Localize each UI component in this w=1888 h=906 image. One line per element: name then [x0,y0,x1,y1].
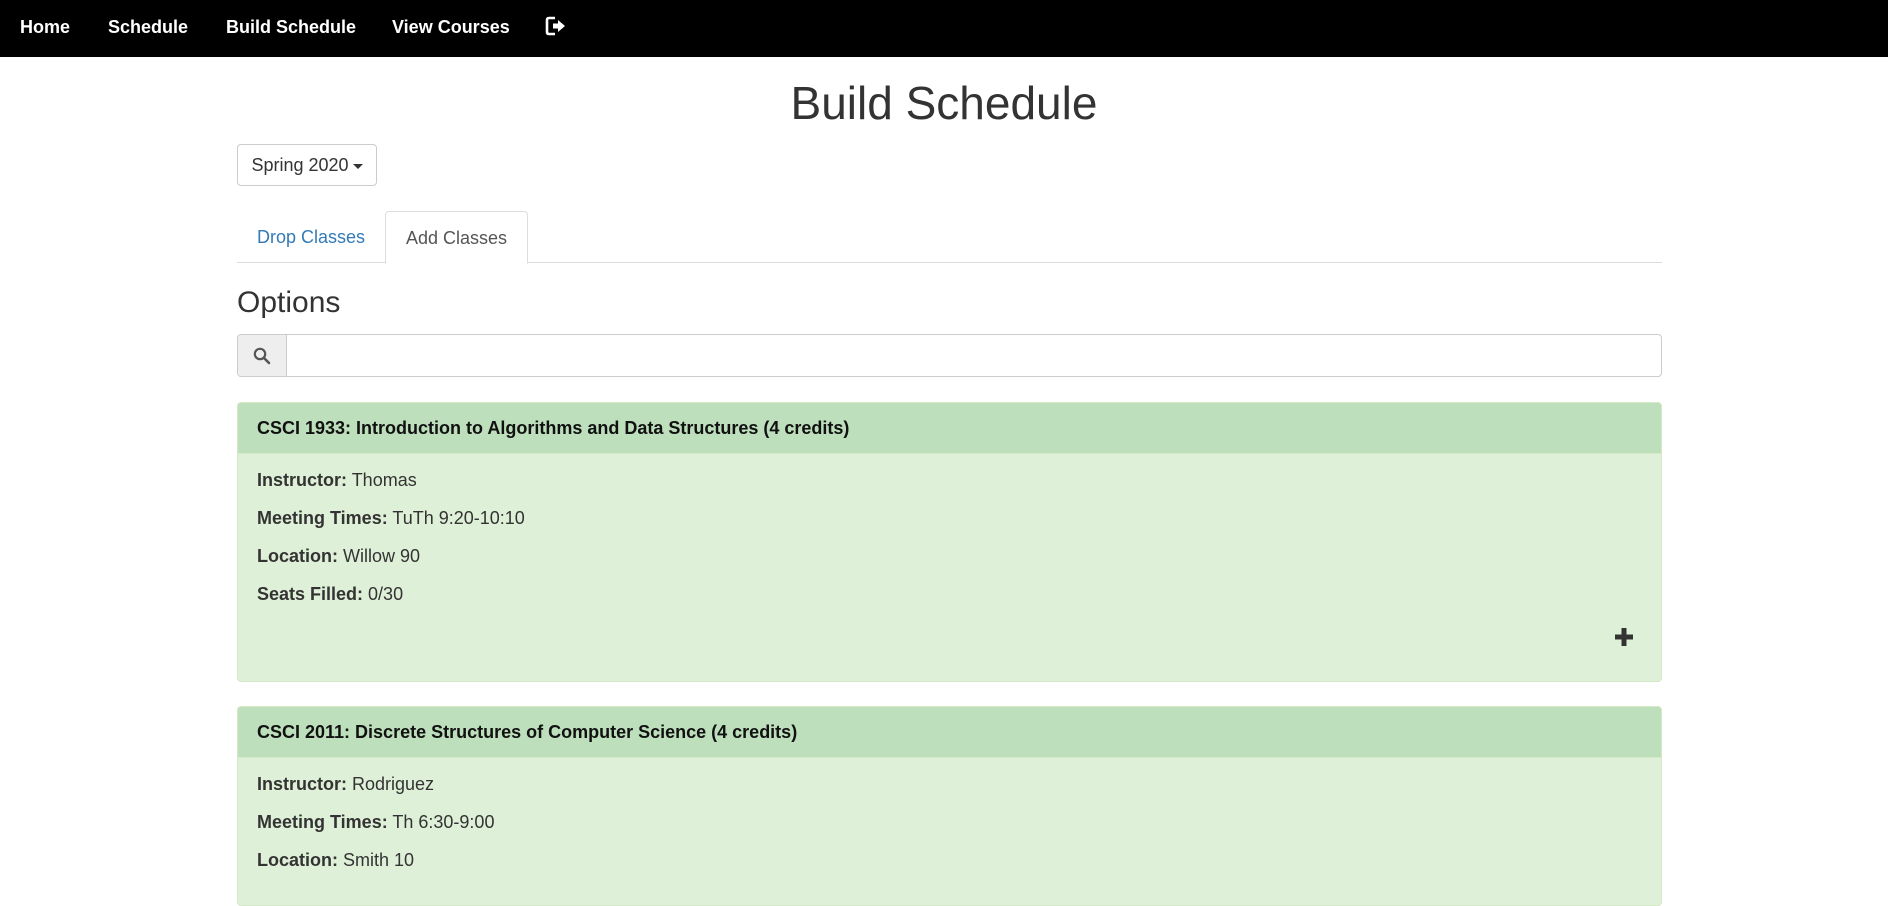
meeting-times-value: TuTh 9:20-10:10 [392,508,525,528]
course-location: Location: Smith 10 [257,849,1642,871]
meeting-times-label: Meeting Times: [257,812,388,832]
seats-filled-label: Seats Filled: [257,584,364,604]
term-dropdown[interactable]: Spring 2020 [237,144,377,186]
search-icon [253,347,271,365]
course-instructor: Instructor: Thomas [257,469,1642,491]
course-location: Location: Willow 90 [257,545,1642,567]
caret-down-icon [352,163,363,169]
plus-icon[interactable] [1615,628,1633,646]
top-navbar: Home Schedule Build Schedule View Course… [0,0,1888,57]
meeting-times-label: Meeting Times: [257,508,388,528]
location-label: Location: [257,546,338,566]
options-heading: Options [237,286,341,319]
course-details: Instructor: Rodriguez Meeting Times: Th … [238,758,1661,871]
tab-drop-classes[interactable]: Drop Classes [237,211,385,263]
course-title: CSCI 2011: Discrete Structures of Comput… [238,707,1661,758]
location-value: Smith 10 [343,850,415,870]
sign-out-icon[interactable] [545,15,567,37]
nav-build-schedule-link[interactable]: Build Schedule [226,0,356,54]
instructor-label: Instructor: [257,774,347,794]
course-card: CSCI 2011: Discrete Structures of Comput… [237,706,1662,906]
seats-filled-value: 0/30 [368,584,404,604]
instructor-value: Rodriguez [352,774,435,794]
course-title: CSCI 1933: Introduction to Algorithms an… [238,403,1661,454]
nav-view-courses-link[interactable]: View Courses [392,0,510,54]
page-title: Build Schedule [790,77,1098,129]
course-meeting-times: Meeting Times: TuTh 9:20-10:10 [257,507,1642,529]
term-dropdown-label: Spring 2020 [251,155,349,175]
meeting-times-value: Th 6:30-9:00 [392,812,495,832]
course-instructor: Instructor: Rodriguez [257,773,1642,795]
course-details: Instructor: Thomas Meeting Times: TuTh 9… [238,454,1661,605]
nav-home-link[interactable]: Home [20,0,70,54]
tab-add-classes[interactable]: Add Classes [385,211,529,264]
search-input[interactable] [287,335,1661,376]
instructor-label: Instructor: [257,470,347,490]
course-seats-filled: Seats Filled: 0/30 [257,583,1642,605]
search-group [237,334,1662,377]
location-value: Willow 90 [343,546,421,566]
course-meeting-times: Meeting Times: Th 6:30-9:00 [257,811,1642,833]
search-addon [238,335,287,376]
course-card: CSCI 1933: Introduction to Algorithms an… [237,402,1662,682]
location-label: Location: [257,850,338,870]
instructor-value: Thomas [351,470,417,490]
nav-schedule-link[interactable]: Schedule [108,0,188,54]
